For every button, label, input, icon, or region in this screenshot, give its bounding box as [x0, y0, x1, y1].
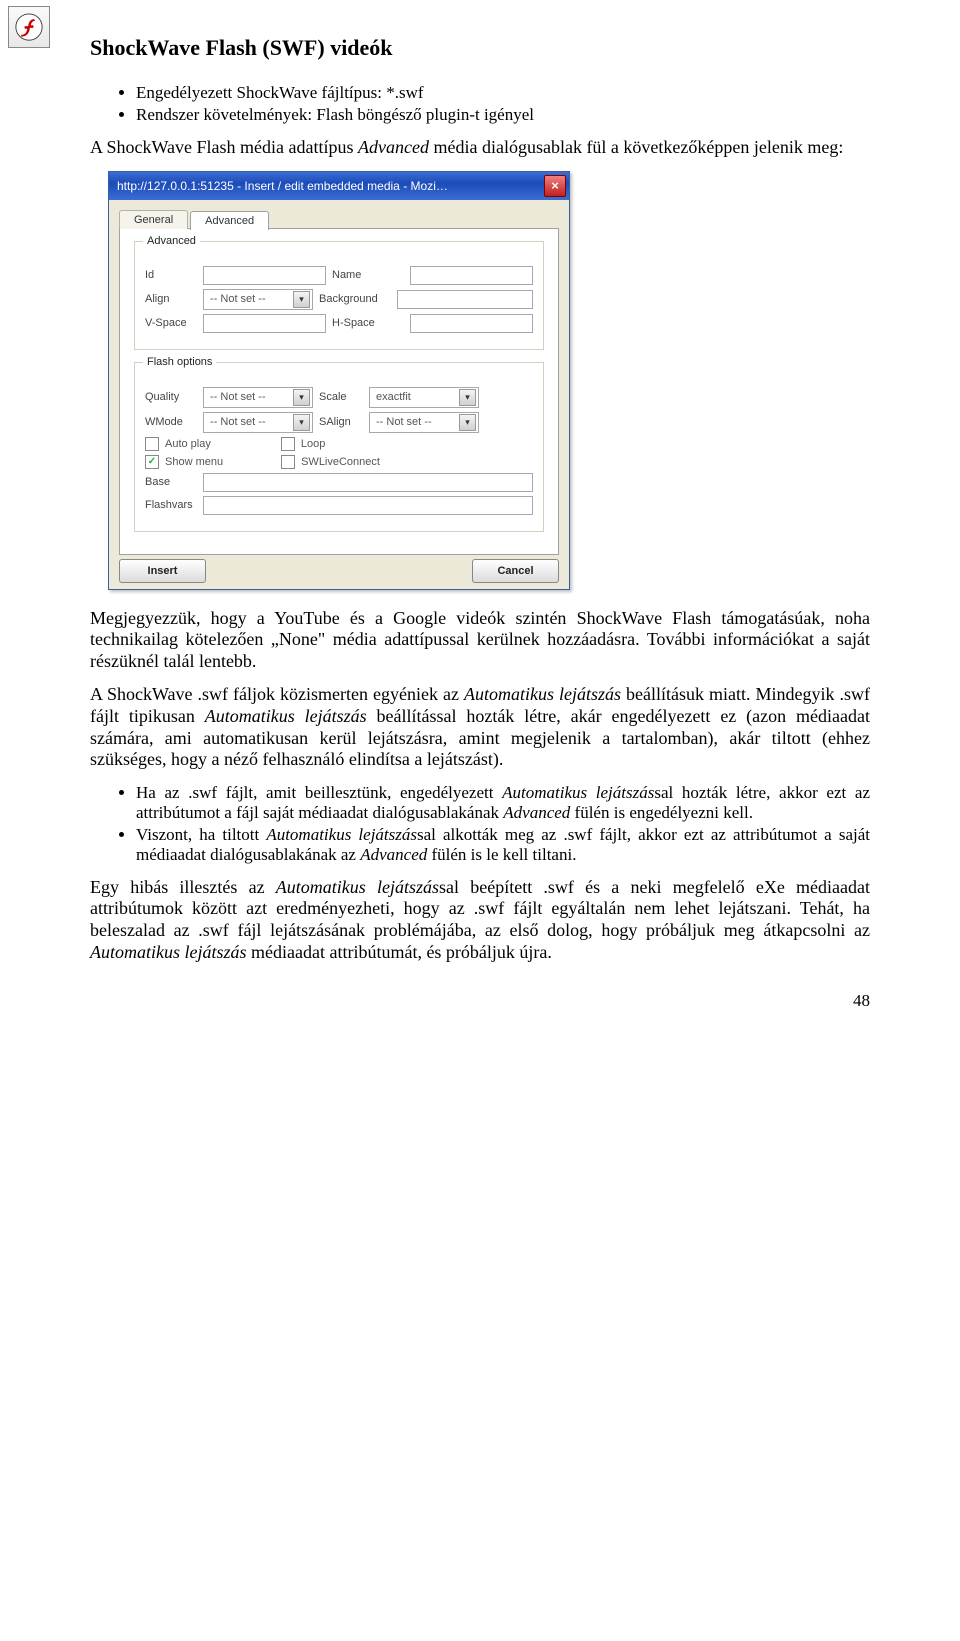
label-salign: SAlign — [319, 416, 363, 428]
checkbox-icon — [281, 455, 295, 469]
autoplay-desc-paragraph: A ShockWave .swf fáljok közismerten egyé… — [90, 684, 870, 770]
chevron-down-icon: ▾ — [293, 414, 310, 431]
base-input[interactable] — [203, 473, 533, 492]
bullet-case-disabled: Viszont, ha tiltott Automatikus lejátszá… — [136, 825, 870, 865]
salign-select-value: -- Not set -- — [376, 416, 432, 428]
scale-select[interactable]: exactfit ▾ — [369, 387, 479, 408]
dialog-title: http://127.0.0.1:51235 - Insert / edit e… — [117, 179, 544, 193]
vspace-input[interactable] — [203, 314, 326, 333]
advanced-legend: Advanced — [143, 235, 200, 247]
heading-swf-videos: ShockWave Flash (SWF) videók — [90, 35, 870, 61]
label-hspace: H-Space — [332, 317, 404, 329]
hspace-input[interactable] — [410, 314, 533, 333]
tab-general[interactable]: General — [119, 210, 188, 229]
dialog-button-row: Insert Cancel — [119, 555, 559, 583]
align-select[interactable]: -- Not set -- ▾ — [203, 289, 313, 310]
dialog-titlebar: http://127.0.0.1:51235 - Insert / edit e… — [109, 172, 569, 200]
bullet-case-enabled: Ha az .swf fájlt, amit beillesztünk, eng… — [136, 783, 870, 823]
label-bg: Background — [319, 293, 391, 305]
tab-strip: General Advanced — [119, 210, 559, 229]
autoplay-cases-list: Ha az .swf fájlt, amit beillesztünk, eng… — [90, 783, 870, 865]
checkbox-icon — [145, 437, 159, 451]
label-liveconnect: SWLiveConnect — [301, 456, 380, 468]
label-vspace: V-Space — [145, 317, 197, 329]
dialog-body: General Advanced Advanced Id Name Align — [109, 200, 569, 589]
flash-logo-icon — [8, 6, 50, 48]
id-input[interactable] — [203, 266, 326, 285]
label-autoplay: Auto play — [165, 438, 211, 450]
checkbox-icon: ✓ — [145, 455, 159, 469]
media-dialog: http://127.0.0.1:51235 - Insert / edit e… — [108, 171, 570, 590]
chevron-down-icon: ▾ — [293, 291, 310, 308]
label-id: Id — [145, 269, 197, 281]
label-loop: Loop — [301, 438, 325, 450]
wmode-select[interactable]: -- Not set -- ▾ — [203, 412, 313, 433]
loop-checkbox[interactable]: Loop — [281, 437, 325, 451]
label-quality: Quality — [145, 391, 197, 403]
align-select-value: -- Not set -- — [210, 293, 266, 305]
label-name: Name — [332, 269, 404, 281]
quality-select[interactable]: -- Not set -- ▾ — [203, 387, 313, 408]
checkbox-icon — [281, 437, 295, 451]
flash-options-fieldset: Flash options Quality -- Not set -- ▾ Sc… — [134, 362, 544, 532]
insert-button[interactable]: Insert — [119, 559, 206, 583]
salign-select[interactable]: -- Not set -- ▾ — [369, 412, 479, 433]
chevron-down-icon: ▾ — [459, 389, 476, 406]
intro-paragraph: A ShockWave Flash média adattípus Advanc… — [90, 137, 870, 159]
close-icon[interactable]: × — [544, 175, 566, 197]
document-page: ShockWave Flash (SWF) videók Engedélyeze… — [0, 0, 960, 1051]
advanced-fieldset: Advanced Id Name Align -- Not set -- ▾ — [134, 241, 544, 350]
background-input[interactable] — [397, 290, 533, 309]
label-wmode: WMode — [145, 416, 197, 428]
label-base: Base — [145, 476, 197, 488]
wmode-select-value: -- Not set -- — [210, 416, 266, 428]
cancel-button[interactable]: Cancel — [472, 559, 559, 583]
advanced-panel: Advanced Id Name Align -- Not set -- ▾ — [119, 228, 559, 555]
chevron-down-icon: ▾ — [459, 414, 476, 431]
quality-select-value: -- Not set -- — [210, 391, 266, 403]
label-align: Align — [145, 293, 197, 305]
mismatch-paragraph: Egy hibás illesztés az Automatikus leját… — [90, 877, 870, 963]
tab-advanced[interactable]: Advanced — [190, 211, 269, 230]
label-flashvars: Flashvars — [145, 499, 197, 511]
name-input[interactable] — [410, 266, 533, 285]
autoplay-checkbox[interactable]: Auto play — [145, 437, 211, 451]
label-showmenu: Show menu — [165, 456, 223, 468]
flashvars-input[interactable] — [203, 496, 533, 515]
page-number: 48 — [90, 991, 870, 1011]
showmenu-checkbox[interactable]: ✓ Show menu — [145, 455, 223, 469]
bullet-allowed-filetype: Engedélyezett ShockWave fájltípus: *.swf — [136, 83, 870, 103]
note-paragraph: Megjegyezzük, hogy a YouTube és a Google… — [90, 608, 870, 673]
label-scale: Scale — [319, 391, 363, 403]
allowed-and-reqs-list: Engedélyezett ShockWave fájltípus: *.swf… — [90, 83, 870, 125]
flash-legend: Flash options — [143, 356, 216, 368]
liveconnect-checkbox[interactable]: SWLiveConnect — [281, 455, 380, 469]
chevron-down-icon: ▾ — [293, 389, 310, 406]
scale-select-value: exactfit — [376, 391, 411, 403]
bullet-system-req: Rendszer követelmények: Flash böngésző p… — [136, 105, 870, 125]
